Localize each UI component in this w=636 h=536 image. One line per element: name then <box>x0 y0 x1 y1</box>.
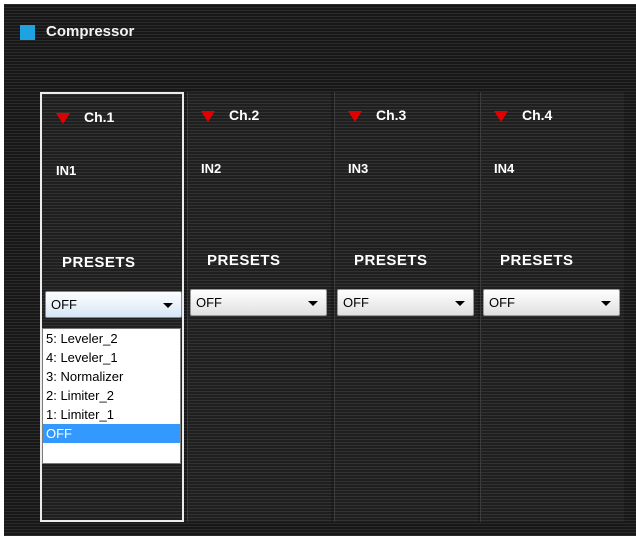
collapse-triangle-icon[interactable] <box>348 111 362 122</box>
presets-label: PRESETS <box>62 254 136 271</box>
panel-header: Compressor <box>4 4 636 48</box>
chevron-down-icon[interactable] <box>455 301 465 306</box>
dropdown-option[interactable]: 3: Normalizer <box>43 367 180 386</box>
channel-input-label: IN1 <box>56 163 77 178</box>
channel-strip-4[interactable]: Ch.4 IN4 PRESETS OFF <box>480 92 624 522</box>
dropdown-option[interactable]: 5: Leveler_2 <box>43 329 180 348</box>
dropdown-option[interactable]: 1: Limiter_1 <box>43 405 180 424</box>
collapse-triangle-icon[interactable] <box>56 113 70 124</box>
panel-title: Compressor <box>46 23 135 40</box>
square-icon <box>20 25 35 40</box>
dropdown-option[interactable]: 2: Limiter_2 <box>43 386 180 405</box>
chevron-down-icon[interactable] <box>601 301 611 306</box>
channel-title: Ch.1 <box>84 109 115 125</box>
preset-select-value: OFF <box>343 295 369 310</box>
channel-strip-2[interactable]: Ch.2 IN2 PRESETS OFF <box>187 92 331 522</box>
preset-select-value: OFF <box>51 297 77 312</box>
channel-input-label: IN2 <box>201 161 222 176</box>
preset-select[interactable]: OFF <box>190 289 327 316</box>
preset-select-value: OFF <box>489 295 515 310</box>
channel-input-label: IN4 <box>494 161 515 176</box>
collapse-triangle-icon[interactable] <box>201 111 215 122</box>
presets-label: PRESETS <box>500 252 574 269</box>
presets-label: PRESETS <box>207 252 281 269</box>
collapse-triangle-icon[interactable] <box>494 111 508 122</box>
preset-select-value: OFF <box>196 295 222 310</box>
channel-input-label: IN3 <box>348 161 369 176</box>
chevron-down-icon[interactable] <box>163 303 173 308</box>
presets-label: PRESETS <box>354 252 428 269</box>
channel-title: Ch.4 <box>522 107 553 123</box>
preset-dropdown-list[interactable]: 5: Leveler_2 4: Leveler_1 3: Normalizer … <box>42 328 181 464</box>
channel-title: Ch.2 <box>229 107 260 123</box>
preset-select[interactable]: OFF <box>483 289 620 316</box>
dropdown-option[interactable]: 4: Leveler_1 <box>43 348 180 367</box>
preset-select[interactable]: OFF <box>337 289 474 316</box>
channel-title: Ch.3 <box>376 107 407 123</box>
dropdown-option-selected[interactable]: OFF <box>43 424 180 443</box>
preset-select[interactable]: OFF <box>45 291 182 318</box>
channel-strip-3[interactable]: Ch.3 IN3 PRESETS OFF <box>334 92 478 522</box>
chevron-down-icon[interactable] <box>308 301 318 306</box>
